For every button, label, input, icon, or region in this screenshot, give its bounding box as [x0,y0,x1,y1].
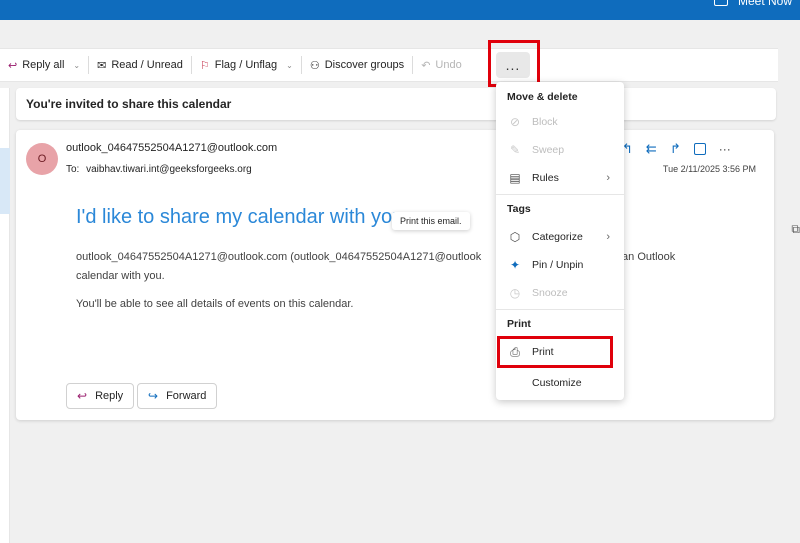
reply-icon: ↩ [77,389,88,403]
message-date: Tue 2/11/2025 3:56 PM [662,164,756,174]
flag-unflag-label: Flag / Unflag [214,59,278,71]
forward-label: Forward [166,390,207,402]
reply-button[interactable]: ↩ Reply [66,383,135,409]
menu-item-label: Categorize [532,231,583,243]
menu-section-print: Print [507,318,531,330]
top-bar: Meet Now [0,0,800,20]
menu-divider [496,194,624,195]
tag-icon: ⬡ [509,230,521,244]
conversation-subject: You're invited to share this calendar [16,88,776,120]
recipient-address[interactable]: vaibhav.tiwari.int@geeksforgeeks.org [86,164,252,175]
reply-all-label: Reply all [22,59,65,71]
menu-divider [496,309,624,310]
chevron-down-icon[interactable]: ⌄ [73,61,80,70]
message-list-pane [0,88,10,543]
envelope-icon: ✉ [97,59,107,72]
chevron-right-icon: › [606,172,610,184]
undo-icon: ↶ [421,59,431,72]
menu-item-customize[interactable]: Customize [504,371,618,395]
rules-icon: ▤ [509,171,521,185]
clock-icon: ◷ [509,286,521,300]
message-card: O outlook_04647552504A1271@outlook.com T… [16,130,774,420]
recipient-line: To: vaibhav.tiwari.int@geeksforgeeks.org [66,164,252,175]
discover-groups-button[interactable]: ⚇ Discover groups [302,53,412,77]
menu-item-label: Rules [532,172,559,184]
selected-message-indicator[interactable] [0,148,10,214]
menu-item-label: Customize [532,377,582,389]
read-unread-button[interactable]: ✉ Read / Unread [89,53,191,77]
people-icon: ⚇ [309,59,320,72]
menu-section-tags: Tags [507,203,531,215]
menu-item-label: Sweep [532,144,565,156]
menu-item-block[interactable]: ⊘ Block [504,110,618,134]
highlight-box-print [497,336,613,368]
menu-section-move-delete: Move & delete [507,91,578,103]
print-tooltip: Print this email. [392,212,470,230]
message-actions: ↰ ⇇ ↱ ··· [622,141,731,157]
discover-groups-label: Discover groups [324,59,405,71]
meet-now-button[interactable]: Meet Now [713,0,792,8]
menu-item-rules[interactable]: ▤ Rules › [504,166,618,190]
right-rail [778,88,800,543]
flag-icon: ⚐ [199,59,210,72]
highlight-box-more [488,40,540,87]
pin-icon: ✦ [509,258,521,272]
chevron-down-icon[interactable]: ⌄ [286,61,293,70]
body-line-1: outlook_04647552504A1271@outlook.com (ou… [76,251,482,263]
reply-all-icon: ↩ [8,59,18,72]
menu-item-label: Block [532,116,558,128]
reply-all-button[interactable]: ↩ Reply all ⌄ [0,53,88,77]
camera-icon [713,0,728,6]
open-in-new-icon[interactable]: ⧉ [791,222,800,237]
apps-grid-icon[interactable] [693,143,706,155]
meet-now-label: Meet Now [737,0,792,8]
read-unread-label: Read / Unread [111,59,183,71]
chevron-right-icon: › [606,231,610,243]
undo-label: Undo [435,59,462,71]
reply-all-icon[interactable]: ⇇ [646,141,657,157]
menu-item-label: Pin / Unpin [532,259,584,271]
body-line-2: calendar with you. [76,270,165,282]
avatar[interactable]: O [26,143,58,175]
menu-item-pin-unpin[interactable]: ✦ Pin / Unpin [504,253,618,277]
more-icon[interactable]: ··· [719,142,731,156]
undo-button[interactable]: ↶ Undo [413,53,470,77]
ribbon-toolbar: ↩ Reply all ⌄ ✉ Read / Unread ⚐ Flag / U… [0,48,778,82]
message-body-line-3: You'll be able to see all details of eve… [76,298,354,310]
forward-icon: ↪ [148,389,159,403]
forward-button[interactable]: ↪ Forward [137,383,218,409]
menu-item-categorize[interactable]: ⬡ Categorize › [504,225,618,249]
menu-item-snooze[interactable]: ◷ Snooze [504,281,618,305]
sender-address[interactable]: outlook_04647552504A1271@outlook.com [66,142,277,154]
reply-label: Reply [95,390,124,402]
message-headline: I'd like to share my calendar with you [76,206,404,228]
broom-icon: ✎ [509,143,521,157]
to-label: To: [66,164,80,175]
forward-icon[interactable]: ↱ [670,141,681,157]
block-icon: ⊘ [509,115,521,129]
menu-item-label: Snooze [532,287,568,299]
menu-item-sweep[interactable]: ✎ Sweep [504,138,618,162]
flag-unflag-button[interactable]: ⚐ Flag / Unflag ⌄ [192,53,301,77]
